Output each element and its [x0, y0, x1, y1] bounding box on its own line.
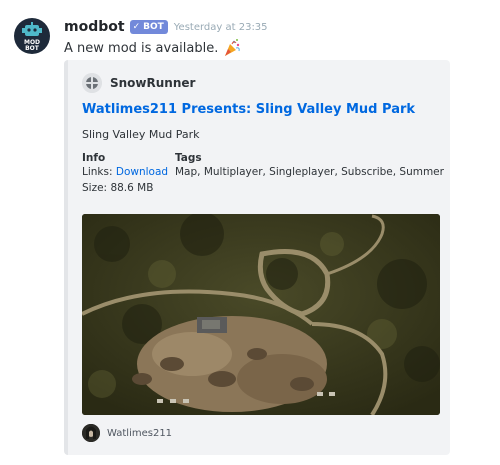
- timestamp[interactable]: Yesterday at 23:35: [174, 22, 268, 33]
- message-header: modbot ✓ BOT Yesterday at 23:35: [64, 18, 268, 36]
- size-label: Size:: [82, 182, 108, 194]
- footer-text: Watlimes211: [107, 427, 173, 439]
- mod-embed: SnowRunner Watlimes211 Presents: Sling V…: [64, 60, 450, 455]
- bot-tag: ✓ BOT: [129, 20, 168, 34]
- map-image: [82, 214, 440, 415]
- links-label: Links:: [82, 166, 113, 178]
- snowrunner-icon: [82, 73, 102, 93]
- field-info-links: Links: Download: [82, 164, 168, 180]
- field-info-size: Size: 88.6 MB: [82, 180, 168, 196]
- field-info-name: Info: [82, 152, 106, 164]
- bot-tag-label: BOT: [143, 22, 164, 32]
- robot-icon: MOD BOT: [22, 22, 42, 52]
- embed-footer: Watlimes211: [82, 424, 172, 442]
- check-icon: ✓: [132, 22, 141, 32]
- field-tags: Tags Map, Multiplayer, Singleplayer, Sub…: [175, 152, 444, 180]
- bot-avatar[interactable]: MOD BOT: [14, 18, 50, 54]
- field-info: Info Links: Download Size: 88.6 MB: [82, 152, 168, 196]
- download-link[interactable]: Download: [116, 166, 168, 178]
- embed-author-name[interactable]: SnowRunner: [110, 76, 195, 90]
- message-text: A new mod is available.: [64, 40, 219, 56]
- field-tags-value: Map, Multiplayer, Singleplayer, Subscrib…: [175, 166, 444, 178]
- size-value: 88.6 MB: [110, 182, 154, 194]
- party-popper-icon: [225, 39, 241, 56]
- embed-image[interactable]: [82, 214, 440, 415]
- embed-title-link[interactable]: Watlimes211 Presents: Sling Valley Mud P…: [82, 102, 415, 117]
- embed-description: Sling Valley Mud Park: [82, 128, 200, 141]
- username[interactable]: modbot: [64, 19, 125, 35]
- embed-author: SnowRunner: [82, 73, 195, 93]
- user-avatar-icon: [82, 424, 100, 442]
- message-content: A new mod is available.: [64, 38, 242, 58]
- svg-text:BOT: BOT: [25, 45, 40, 52]
- chat-message: MOD BOT modbot ✓ BOT Yesterday at 23:35 …: [0, 0, 500, 465]
- field-tags-name: Tags: [175, 152, 202, 164]
